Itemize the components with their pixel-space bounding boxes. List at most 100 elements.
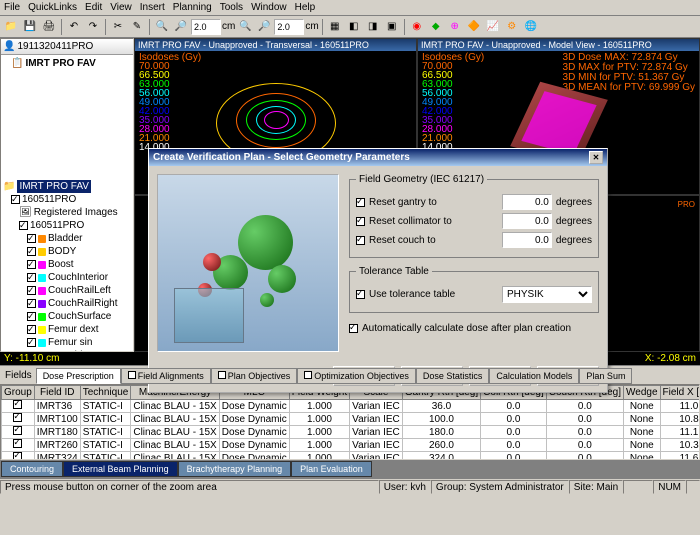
row-check[interactable] [13,452,22,460]
row-check[interactable] [13,413,22,422]
struct-check[interactable] [27,286,36,295]
grid-header[interactable]: Field ID [34,386,80,400]
tree-plan[interactable]: 160511PRO [22,193,76,206]
tb-calc-icon[interactable]: 🔶 [465,18,483,36]
tb-undo-icon[interactable]: ↶ [65,18,83,36]
tb-zoomin-icon[interactable]: 🔍 [153,18,171,36]
field-tab[interactable]: Plan Sum [579,368,632,384]
reset-check[interactable] [356,198,365,207]
tb-globe-icon[interactable]: 🌐 [522,18,540,36]
tree-fav-sel[interactable]: IMRT PRO FAV [17,180,90,193]
row-check[interactable] [13,400,22,409]
struct-name[interactable]: Femur dext [48,323,99,336]
tb-view3-icon[interactable]: ▣ [383,18,401,36]
struct-check[interactable] [27,338,36,347]
tb-zoomout2-icon[interactable]: 🔎 [255,18,273,36]
struct-name[interactable]: BODY [48,245,76,258]
table-row[interactable]: IMRT260STATIC-IClinac BLAU - 15XDose Dyn… [2,439,700,452]
struct-name[interactable]: Femur sin [48,336,92,349]
menu-view[interactable]: View [110,2,132,13]
tb-dvh-icon[interactable]: 📈 [484,18,502,36]
tree-fav[interactable]: IMRT PRO FAV [25,57,95,70]
menu-planning[interactable]: Planning [173,2,212,13]
tb-print-icon[interactable]: 🖨 [40,18,58,36]
menu-edit[interactable]: Edit [85,2,102,13]
tb-3d-icon[interactable]: ◆ [427,18,445,36]
tb-redo-icon[interactable]: ↷ [84,18,102,36]
menu-quicklinks[interactable]: QuickLinks [28,2,77,13]
tb-view2-icon[interactable]: ◨ [364,18,382,36]
tb-zoomout-icon[interactable]: 🔎 [172,18,190,36]
struct-check[interactable] [27,312,36,321]
grid-header[interactable]: Field X [cm] [660,386,700,400]
tree-root[interactable]: 1911320411PRO [17,41,93,52]
reset-value[interactable] [502,213,552,229]
struct-name[interactable]: CouchSurface [48,310,111,323]
struct-check[interactable] [27,273,36,282]
row-check[interactable] [13,426,22,435]
struct-name[interactable]: CouchInterior [48,271,108,284]
field-tab[interactable]: Dose Prescription [36,368,121,384]
reset-value[interactable] [502,194,552,210]
struct-name[interactable]: Os pubis re [48,349,99,352]
menu-help[interactable]: Help [295,2,316,13]
table-row[interactable]: IMRT100STATIC-IClinac BLAU - 15XDose Dyn… [2,413,700,426]
field-tab[interactable]: Optimization Objectives [297,368,416,384]
workspace-tab[interactable]: Plan Evaluation [291,461,372,477]
struct-check[interactable] [27,351,36,352]
table-row[interactable]: IMRT180STATIC-IClinac BLAU - 15XDose Dyn… [2,426,700,439]
tb-grid-icon[interactable]: ▦ [326,18,344,36]
tb-cmp-icon[interactable]: ⚙ [503,18,521,36]
plan-check[interactable] [11,195,20,204]
menu-file[interactable]: File [4,2,20,13]
tb-cut-icon[interactable]: ✂ [109,18,127,36]
auto-calc-check[interactable] [349,324,358,333]
grid-header[interactable]: Wedge [624,386,661,400]
field-tab[interactable]: Dose Statistics [416,368,490,384]
struct-check[interactable] [27,299,36,308]
tb-view1-icon[interactable]: ◧ [345,18,363,36]
struct-color-icon [38,313,46,321]
struct-name[interactable]: Boost [48,258,74,271]
tb-save-icon[interactable]: 💾 [21,18,39,36]
tree-sub[interactable]: 160511PRO [30,219,84,232]
menu-tools[interactable]: Tools [220,2,243,13]
tb-zoomin2-icon[interactable]: 🔍 [236,18,254,36]
use-tolerance-check[interactable] [356,290,365,299]
zoom-value-1[interactable] [191,19,221,35]
struct-name[interactable]: CouchRailRight [48,297,117,310]
fields-grid[interactable]: GroupField IDTechniqueMachine/EnergyMLCF… [0,384,700,460]
struct-check[interactable] [27,325,36,334]
workspace-tab[interactable]: Brachytherapy Planning [178,461,292,477]
row-check[interactable] [13,439,22,448]
sub-check[interactable] [19,221,28,230]
struct-check[interactable] [27,247,36,256]
table-row[interactable]: IMRT324STATIC-IClinac BLAU - 15XDose Dyn… [2,452,700,461]
tb-scope-icon[interactable]: ⊕ [446,18,464,36]
tolerance-select[interactable]: PHYSIK [502,286,592,303]
struct-check[interactable] [27,260,36,269]
reset-check[interactable] [356,217,365,226]
zoom-value-2[interactable] [274,19,304,35]
field-tab[interactable]: Plan Objectives [211,368,298,384]
struct-name[interactable]: Bladder [48,232,82,245]
menu-insert[interactable]: Insert [140,2,165,13]
tb-draw-icon[interactable]: ✎ [128,18,146,36]
workspace-tab[interactable]: External Beam Planning [63,461,178,477]
reset-check[interactable] [356,236,365,245]
struct-name[interactable]: CouchRailLeft [48,284,111,297]
tb-iso-icon[interactable]: ◉ [408,18,426,36]
table-row[interactable]: IMRT36STATIC-IClinac BLAU - 15XDose Dyna… [2,400,700,413]
workspace-tab[interactable]: Contouring [1,461,63,477]
close-icon[interactable]: ✕ [589,151,603,164]
menu-window[interactable]: Window [251,2,287,13]
reset-value[interactable] [502,232,552,248]
struct-color-icon [38,248,46,256]
field-tab[interactable]: Calculation Models [489,368,579,384]
tb-open-icon[interactable]: 📁 [2,18,20,36]
field-tab[interactable]: Field Alignments [121,368,211,384]
grid-header[interactable]: Technique [80,386,131,400]
tree-reg[interactable]: Registered Images [34,206,118,219]
status-msg: Press mouse button on corner of the zoom… [0,480,379,494]
struct-check[interactable] [27,234,36,243]
